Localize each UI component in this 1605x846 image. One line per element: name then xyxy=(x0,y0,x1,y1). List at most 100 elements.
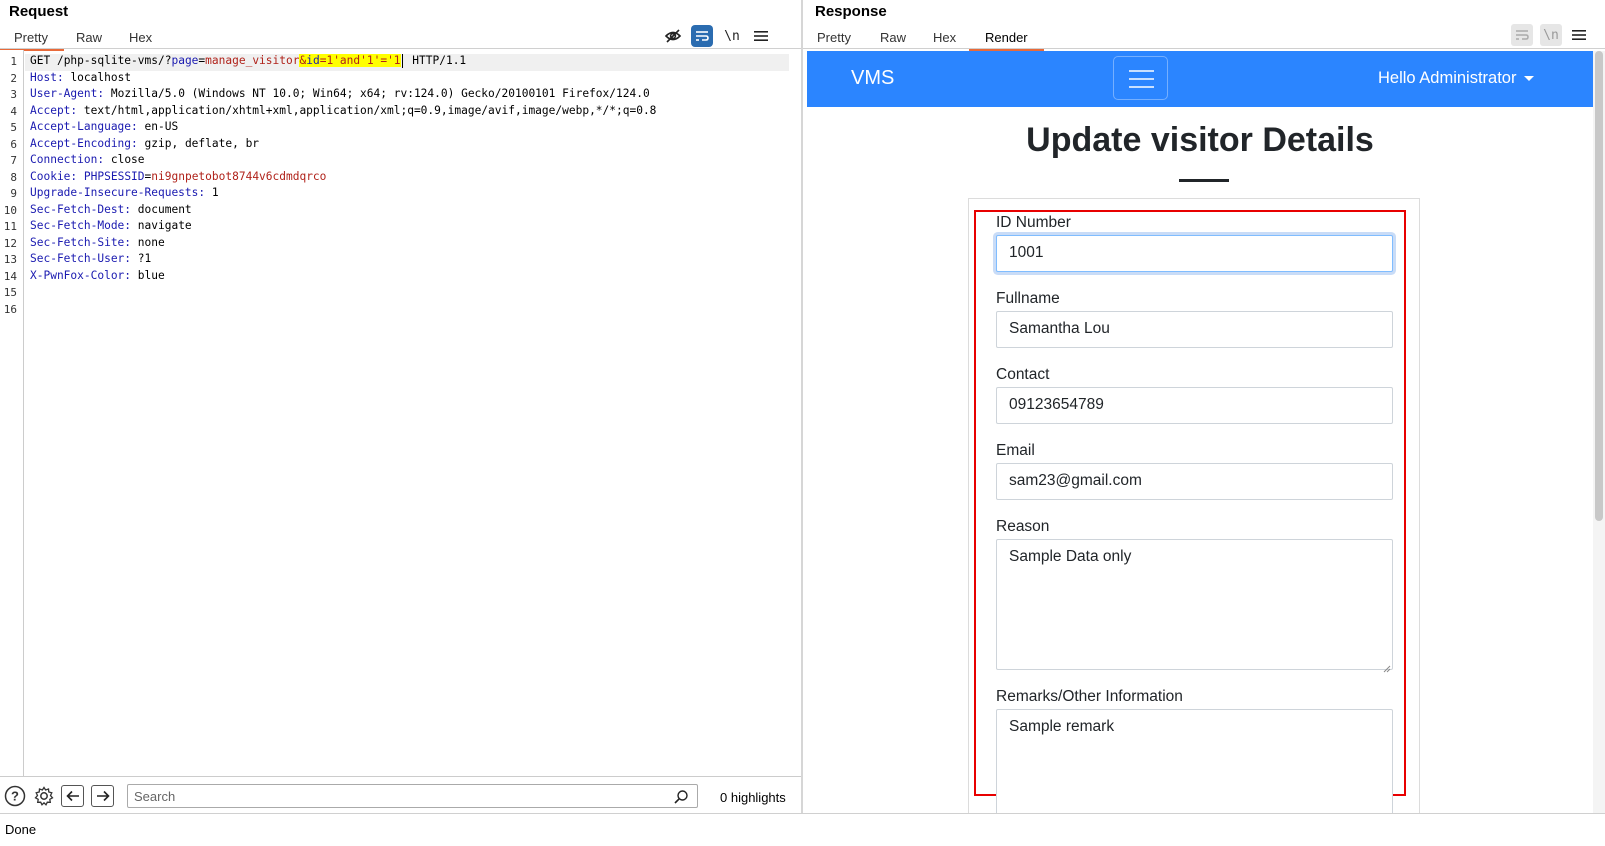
wrap-lines-icon[interactable] xyxy=(691,25,713,47)
request-tab-raw[interactable]: Raw xyxy=(76,30,102,45)
menu-icon[interactable] xyxy=(1568,24,1590,46)
header-value: ?1 xyxy=(131,252,152,265)
request-tab-pretty[interactable]: Pretty xyxy=(0,30,64,51)
line-number: 10 xyxy=(3,203,17,217)
user-menu-label: Hello Administrator xyxy=(1378,69,1517,87)
newline-icon: \n xyxy=(1540,24,1562,46)
header-value: localhost xyxy=(63,70,132,84)
http-version: HTTP/1.1 xyxy=(405,54,467,67)
header-line: Sec-Fetch-Dest: document xyxy=(30,202,192,216)
header-value: none xyxy=(131,235,165,249)
injection-highlight: &id=1'and'1'='1 xyxy=(299,54,401,67)
header-name: Accept-Language xyxy=(30,120,132,133)
header-line: Host: localhost xyxy=(30,70,132,84)
header-name: Accept-Encoding xyxy=(30,136,132,150)
header-line: Upgrade-Insecure-Requests: 1 xyxy=(30,186,219,199)
http-method: GET xyxy=(30,54,51,67)
header-value: blue xyxy=(131,268,165,282)
header-name: Sec-Fetch-Dest xyxy=(30,202,125,216)
gear-icon[interactable] xyxy=(33,785,55,807)
back-arrow-icon[interactable] xyxy=(61,785,84,807)
header-name: Sec-Fetch-User xyxy=(30,252,125,265)
eye-slash-icon[interactable] xyxy=(662,25,684,47)
header-name: Accept xyxy=(30,103,71,117)
scrollbar-thumb[interactable] xyxy=(1595,51,1603,521)
search-input[interactable] xyxy=(127,784,698,808)
help-icon[interactable]: ? xyxy=(4,785,26,807)
remarks-textarea[interactable]: Sample remark xyxy=(996,709,1393,813)
line-number: 2 xyxy=(10,71,17,85)
render-scrollbar[interactable] xyxy=(1593,51,1605,813)
caret-down-icon xyxy=(1524,76,1535,82)
request-tab-hex[interactable]: Hex xyxy=(129,30,152,45)
fullname-label: Fullname xyxy=(996,290,1060,307)
line-number: 14 xyxy=(3,269,17,283)
id-number-label: ID Number xyxy=(996,214,1071,231)
newline-icon[interactable]: \n xyxy=(721,25,743,47)
status-bar: Done xyxy=(0,813,1605,846)
cookie-value: ni9gnpetobot8744v6cdmdqrco xyxy=(151,169,327,183)
response-tab-pretty[interactable]: Pretty xyxy=(817,30,851,45)
response-tab-render[interactable]: Render xyxy=(969,30,1044,51)
hamburger-bar xyxy=(1129,86,1154,88)
cookie-name: PHPSESSID xyxy=(83,169,145,183)
heading-underline xyxy=(1179,179,1229,182)
request-line: GET /php-sqlite-vms/?page=manage_visitor… xyxy=(30,54,466,68)
header-value: en-US xyxy=(137,120,179,133)
contact-field[interactable]: 09123654789 xyxy=(996,387,1393,424)
header-name: X-PwnFox-Color xyxy=(30,268,125,282)
response-tab-hex[interactable]: Hex xyxy=(933,30,956,45)
line-number: 5 xyxy=(10,121,17,134)
line-number: 7 xyxy=(10,154,17,167)
header-value: gzip, deflate, br xyxy=(137,136,260,150)
header-line: X-PwnFox-Color: blue xyxy=(30,268,165,282)
response-tabs: Pretty Raw Hex Render xyxy=(803,26,1605,51)
forward-arrow-icon[interactable] xyxy=(91,785,114,807)
highlights-count: 0 highlights xyxy=(720,790,786,805)
header-name: Sec-Fetch-Mode xyxy=(30,219,125,232)
header-name: Cookie xyxy=(30,169,71,183)
wrap-lines-icon xyxy=(1511,24,1533,46)
user-menu-dropdown[interactable]: Hello Administrator xyxy=(1378,69,1535,88)
header-name: Host xyxy=(30,70,57,84)
contact-label: Contact xyxy=(996,366,1050,383)
line-number: 1 xyxy=(10,55,17,68)
param-name: page xyxy=(171,54,199,67)
reason-label: Reason xyxy=(996,518,1050,535)
page-title: Update visitor Details xyxy=(1026,121,1374,159)
line-number: 4 xyxy=(10,104,17,118)
header-name: Connection xyxy=(30,153,98,166)
header-value: document xyxy=(131,202,192,216)
navbar-brand[interactable]: VMS xyxy=(851,67,894,90)
line-number: 16 xyxy=(3,302,17,316)
reason-textarea[interactable]: Sample Data only xyxy=(996,539,1393,670)
burp-repeater-window: Request Pretty Raw Hex \n 1 2 3 4 5 6 7 xyxy=(0,0,1605,846)
param-name: id xyxy=(306,54,320,67)
request-path: /php-sqlite-vms/? xyxy=(50,54,172,67)
request-editor[interactable]: 1 2 3 4 5 6 7 8 9 10 11 12 13 14 15 16 G… xyxy=(0,50,789,776)
search-icon[interactable] xyxy=(673,789,689,805)
header-value: 1 xyxy=(205,186,219,199)
resize-grip-icon[interactable] xyxy=(1383,660,1391,673)
header-line: Sec-Fetch-Mode: navigate xyxy=(30,219,192,232)
header-name: Upgrade-Insecure-Requests xyxy=(30,186,199,199)
header-name: User-Agent xyxy=(30,87,98,100)
header-line: Accept-Language: en-US xyxy=(30,120,179,133)
id-number-field[interactable]: 1001 xyxy=(996,235,1393,272)
header-line: Cookie: PHPSESSID=ni9gnpetobot8744v6cdmd… xyxy=(30,169,327,183)
email-field[interactable]: sam23@gmail.com xyxy=(996,463,1393,500)
line-number: 3 xyxy=(10,88,17,101)
header-line: User-Agent: Mozilla/5.0 (Windows NT 10.0… xyxy=(30,87,650,100)
hamburger-bar xyxy=(1129,78,1154,80)
menu-icon[interactable] xyxy=(750,25,772,47)
hamburger-bar xyxy=(1129,70,1154,72)
fullname-field[interactable]: Samantha Lou xyxy=(996,311,1393,348)
line-number: 11 xyxy=(3,220,17,233)
request-title: Request xyxy=(9,3,69,20)
header-value: Mozilla/5.0 (Windows NT 10.0; Win64; x64… xyxy=(104,87,650,100)
navbar-toggler-button[interactable] xyxy=(1113,56,1168,100)
response-tab-raw[interactable]: Raw xyxy=(880,30,906,45)
injected-payload: 1'and'1'='1 xyxy=(326,54,401,67)
line-number: 6 xyxy=(10,137,17,151)
header-line: Connection: close xyxy=(30,153,145,166)
